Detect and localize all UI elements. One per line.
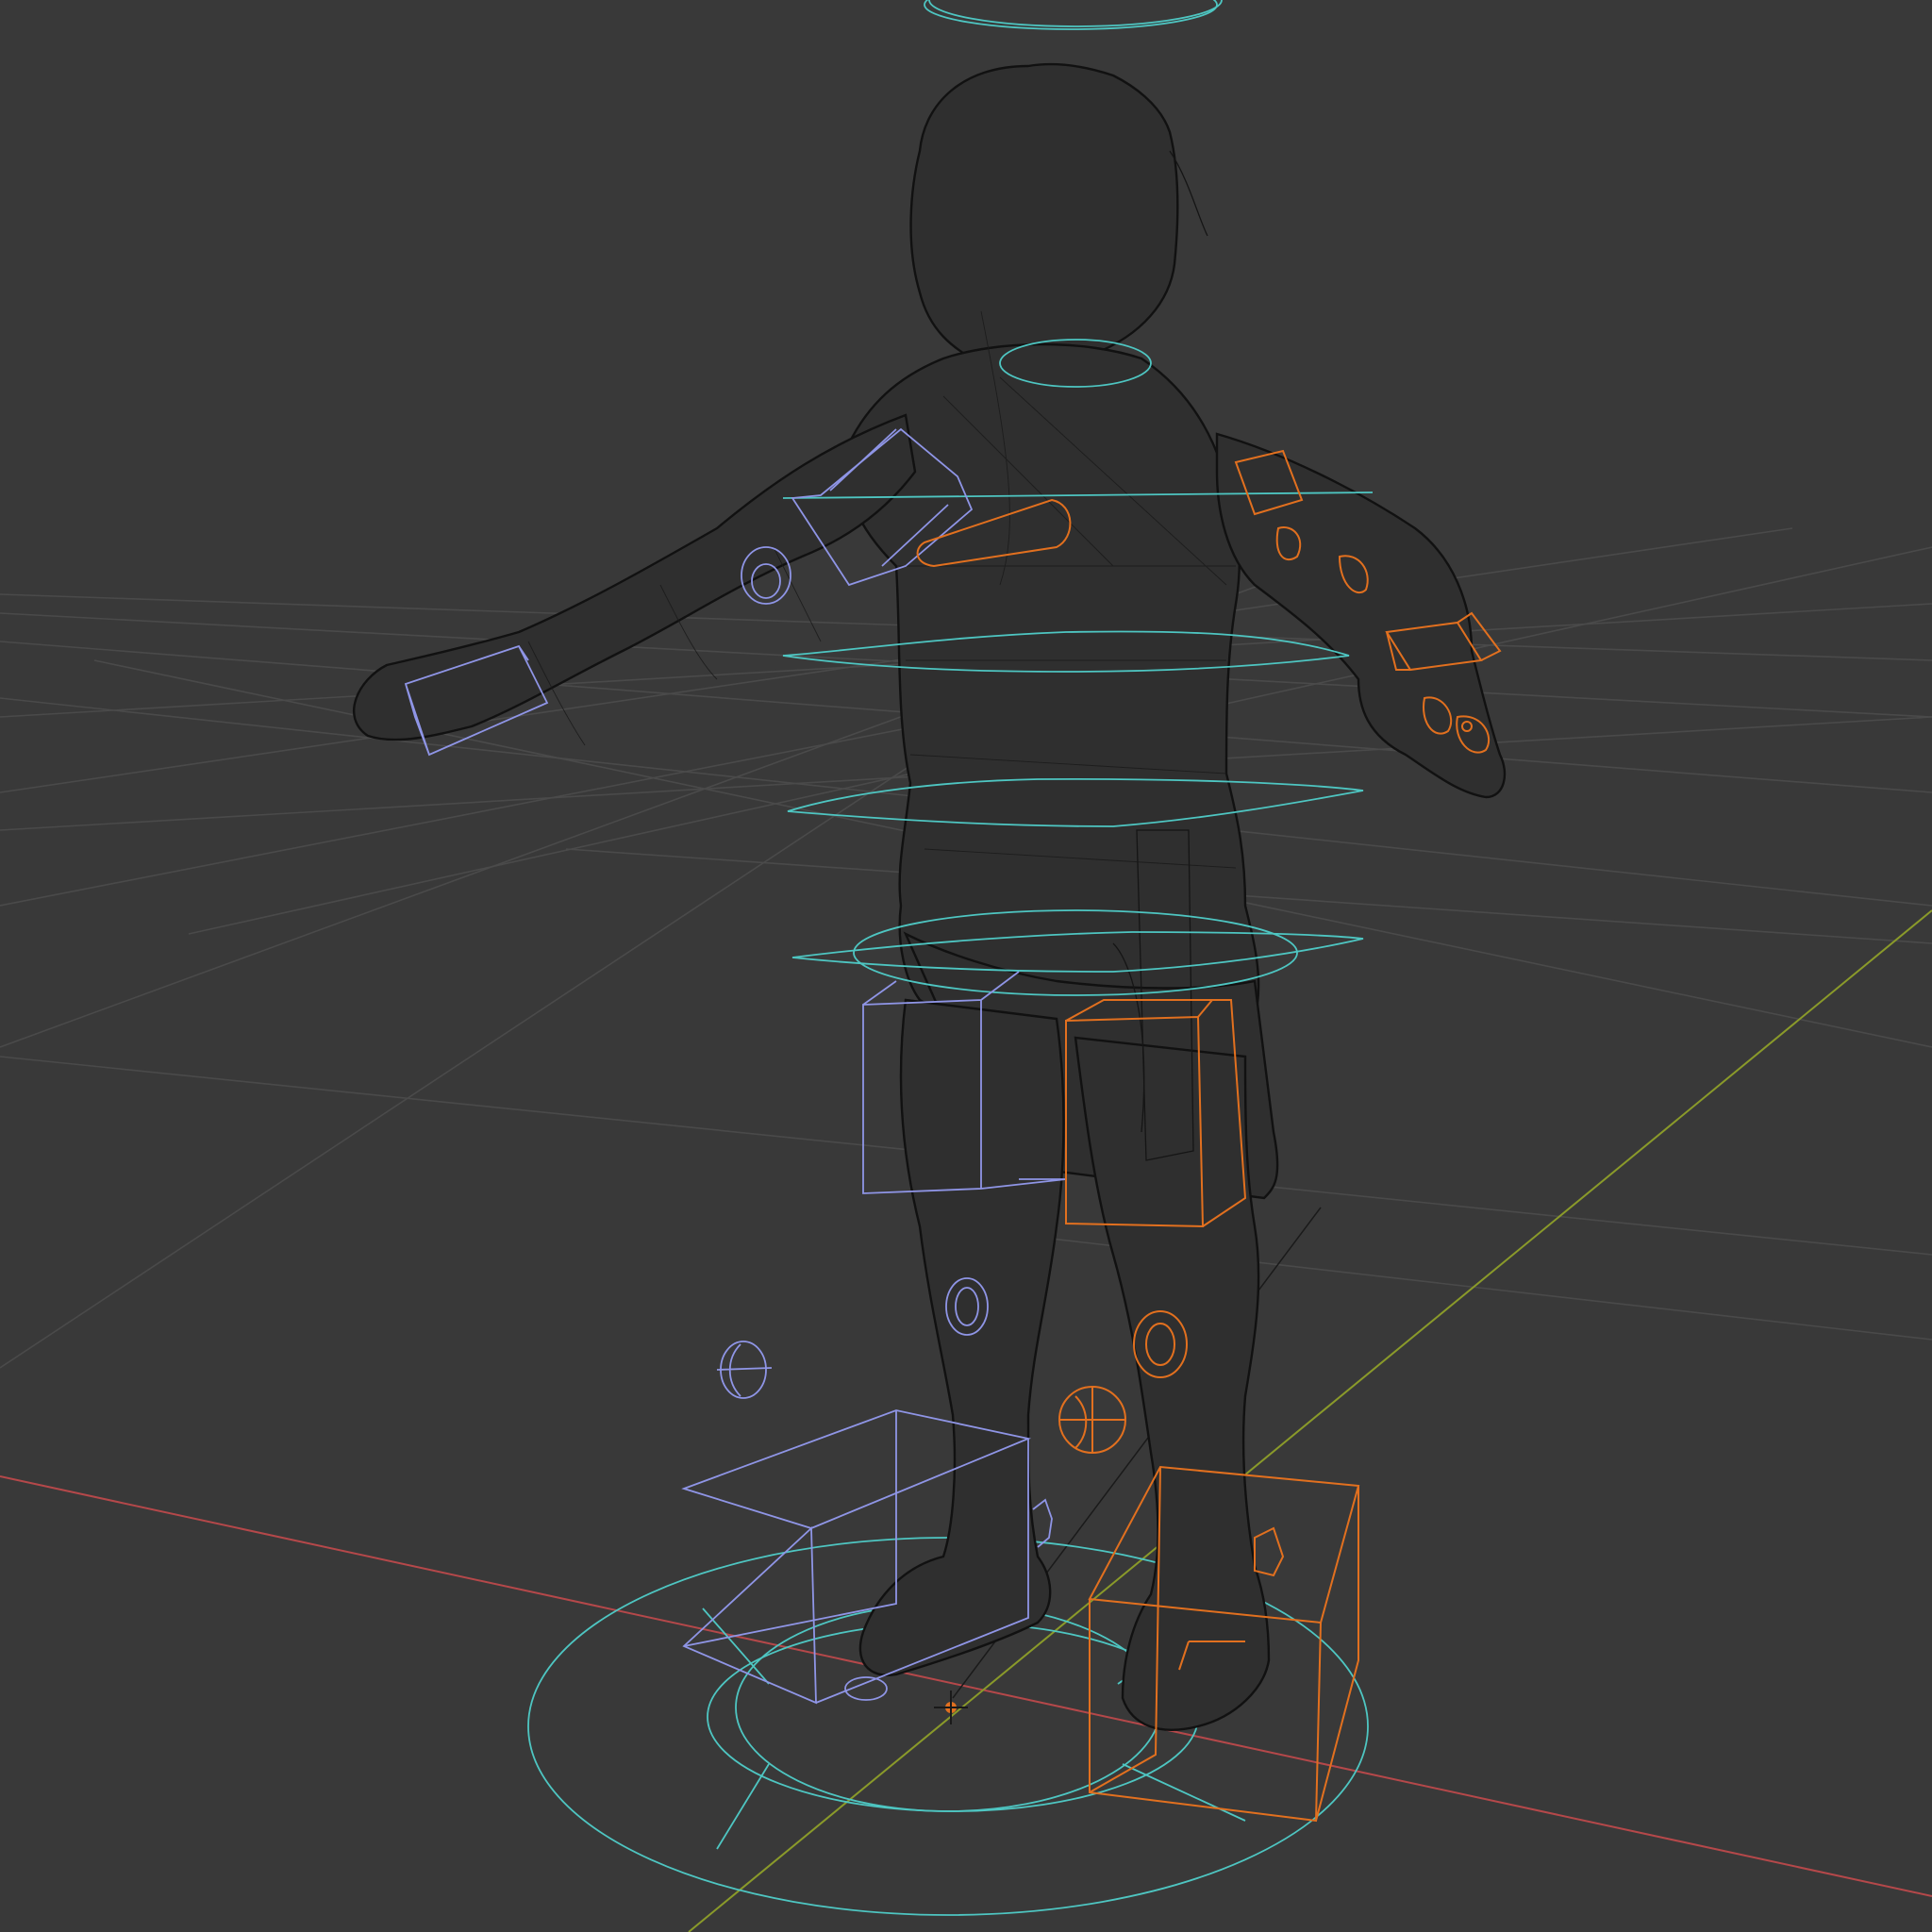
- crosshair-origin-icon: [934, 1690, 968, 1724]
- 3d-viewport[interactable]: [0, 0, 1932, 1932]
- y-axis-line: [688, 909, 1932, 1932]
